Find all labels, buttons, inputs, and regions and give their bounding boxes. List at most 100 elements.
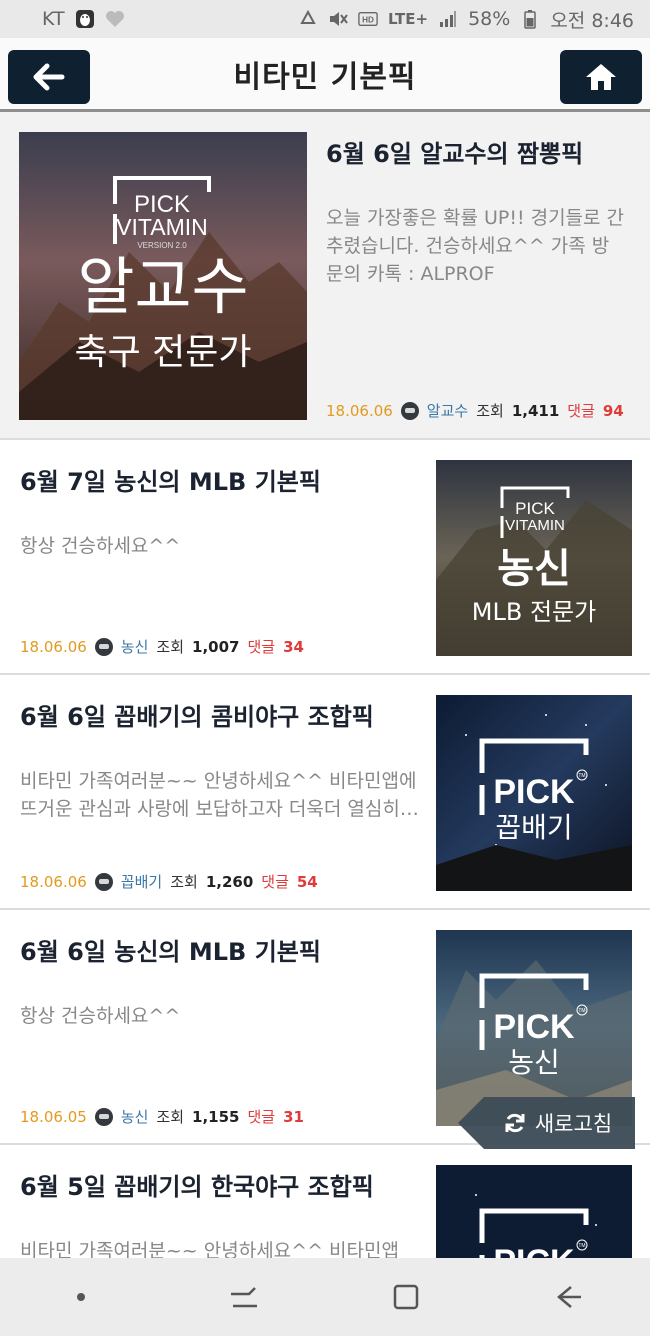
views-label: 조회 (156, 638, 185, 656)
post-excerpt: 비타민 가족여러분~~ 안녕하세요^^ 비타민앱 (20, 1240, 399, 1258)
post-author[interactable]: 농신 (121, 636, 149, 657)
refresh-button[interactable]: 새로고침 (458, 1097, 635, 1149)
comments-count: 34 (283, 637, 304, 656)
post-excerpt: 항상 건승하세요^^ (20, 1005, 181, 1027)
app-header: 비타민 기본픽 (0, 38, 650, 112)
post-meta: 18.06.06 꼽배기 조회 1,260 댓글 54 (20, 871, 318, 892)
post-date: 18.06.06 (20, 872, 87, 891)
refresh-label: 새로고침 (534, 1112, 613, 1136)
thumb-subtitle: MLB 전문가 (472, 598, 596, 626)
post-excerpt: 항상 건승하세요^^ (20, 535, 181, 557)
dot-icon (77, 1293, 86, 1301)
network-label: LTE+ (387, 10, 429, 28)
author-avatar (94, 1107, 113, 1126)
post-meta: 18.06.05 농신 조회 1,155 댓글 31 (20, 1106, 304, 1127)
post-title[interactable]: 6월 6일 알교수의 짬뽕픽 (326, 134, 636, 169)
views-count: 1,007 (192, 637, 240, 656)
views-count: 1,411 (511, 401, 560, 420)
status-right: HD LTE+ 58% 오전 8:46 (298, 6, 634, 33)
views-count: 1,155 (192, 1107, 240, 1126)
nav-dot-button[interactable] (41, 1267, 121, 1327)
author-avatar (400, 401, 419, 420)
svg-text:HD: HD (362, 16, 374, 25)
views-count: 1,260 (205, 872, 254, 891)
thumb-subtitle: 축구 전문가 (74, 332, 251, 373)
post-meta: 18.06.06 농신 조회 1,007 댓글 34 (20, 636, 304, 657)
comments-count: 31 (283, 1107, 304, 1126)
post-excerpt: 오늘 가장좋은 확률 UP!! 경기들로 간추렸습니다. 건승하세요^^ 가족 … (326, 207, 625, 285)
comments-count: 54 (296, 872, 318, 891)
post-meta: 18.06.06 알교수 조회 1,411 댓글 94 (326, 400, 624, 421)
post-item[interactable]: 6월 7일 농신의 MLB 기본픽 항상 건승하세요^^ 18.06.06 농신… (0, 440, 650, 675)
battery-icon (520, 9, 540, 29)
mute-icon (328, 9, 348, 29)
back-arrow-icon (33, 63, 65, 91)
thumb-brand-bottom: VITAMIN (505, 517, 565, 534)
nav-back-button[interactable] (529, 1267, 609, 1327)
battery-percent: 58% (468, 8, 511, 30)
thumb-name: 알교수 (77, 250, 248, 323)
clock: 오전 8:46 (550, 9, 634, 32)
post-date: 18.06.06 (326, 401, 393, 420)
thumb-tm: TM (578, 1008, 585, 1014)
comments-label: 댓글 (247, 1108, 276, 1126)
signal-icon (438, 9, 458, 29)
thumb-brand: PICK (493, 1243, 575, 1258)
thumb-name: 농신 (497, 546, 571, 592)
thumb-brand: PICK (493, 1008, 575, 1046)
recent-apps-icon (230, 1287, 257, 1308)
views-label: 조회 (156, 1108, 185, 1126)
post-thumbnail[interactable]: PICK TM 꼽배기 (436, 695, 632, 891)
system-nav-bar (0, 1258, 650, 1336)
home-button[interactable] (560, 50, 642, 104)
status-bar: KT HD LTE+ 58% 오전 8:46 (0, 0, 650, 38)
post-title[interactable]: 6월 6일 꼽배기의 콤비야구 조합픽 (20, 697, 420, 732)
home-square-icon (394, 1284, 419, 1310)
post-item-featured[interactable]: PICK VITAMIN VERSION 2.0 알교수 축구 전문가 6월 6… (0, 112, 650, 440)
post-date: 18.06.06 (20, 637, 87, 656)
post-excerpt: 비타민 가족여러분~~ 안녕하세요^^ 비타민앱에 뜨거운 관심과 사랑에 보답… (20, 770, 417, 820)
views-label: 조회 (170, 873, 198, 891)
author-avatar (94, 637, 113, 656)
post-author[interactable]: 알교수 (427, 400, 468, 421)
back-icon (556, 1286, 581, 1308)
views-label: 조회 (476, 402, 504, 420)
post-title[interactable]: 6월 5일 꼽배기의 한국야구 조합픽 (20, 1167, 420, 1202)
post-author[interactable]: 꼽배기 (121, 871, 162, 892)
hd-icon: HD (358, 9, 378, 29)
thumb-name: 꼽배기 (495, 811, 572, 844)
post-thumbnail[interactable]: PICK TM (436, 1165, 632, 1258)
post-thumbnail[interactable]: PICK VITAMIN 농신 MLB 전문가 (436, 460, 632, 656)
post-thumbnail[interactable]: PICK VITAMIN VERSION 2.0 알교수 축구 전문가 (19, 132, 307, 420)
refresh-icon (505, 1113, 525, 1133)
thumb-tm: TM (578, 1243, 585, 1249)
back-button[interactable] (8, 50, 90, 104)
carrier-label: KT (42, 8, 65, 30)
status-left: KT (42, 8, 125, 30)
post-title[interactable]: 6월 7일 농신의 MLB 기본픽 (20, 462, 420, 497)
recycle-icon (298, 9, 318, 29)
post-feed[interactable]: PICK VITAMIN VERSION 2.0 알교수 축구 전문가 6월 6… (0, 112, 650, 1258)
comments-label: 댓글 (261, 873, 289, 891)
comments-label: 댓글 (247, 638, 276, 656)
nav-recent-apps-button[interactable] (204, 1267, 284, 1327)
comments-count: 94 (602, 401, 624, 420)
post-title[interactable]: 6월 6일 농신의 MLB 기본픽 (20, 932, 420, 967)
penguin-app-icon (75, 9, 95, 29)
thumb-brand-bottom: VITAMIN (116, 214, 208, 240)
comments-label: 댓글 (567, 402, 595, 420)
thumb-brand: PICK (493, 773, 575, 811)
thumb-tm: TM (578, 773, 585, 779)
thumb-version: VERSION 2.0 (137, 241, 187, 250)
post-author[interactable]: 농신 (121, 1106, 149, 1127)
thumb-brand-top: PICK (515, 499, 555, 518)
post-item[interactable]: 6월 6일 꼽배기의 콤비야구 조합픽 비타민 가족여러분~~ 안녕하세요^^ … (0, 675, 650, 910)
author-avatar (94, 872, 113, 891)
page-title: 비타민 기본픽 (233, 59, 417, 95)
thumb-name: 농신 (508, 1046, 560, 1079)
post-thumbnail[interactable]: PICK TM 농신 (436, 930, 632, 1126)
nav-home-button[interactable] (366, 1267, 446, 1327)
post-item[interactable]: 6월 5일 꼽배기의 한국야구 조합픽 비타민 가족여러분~~ 안녕하세요^^ … (0, 1145, 650, 1258)
home-icon (586, 64, 616, 90)
heart-icon (105, 9, 125, 29)
